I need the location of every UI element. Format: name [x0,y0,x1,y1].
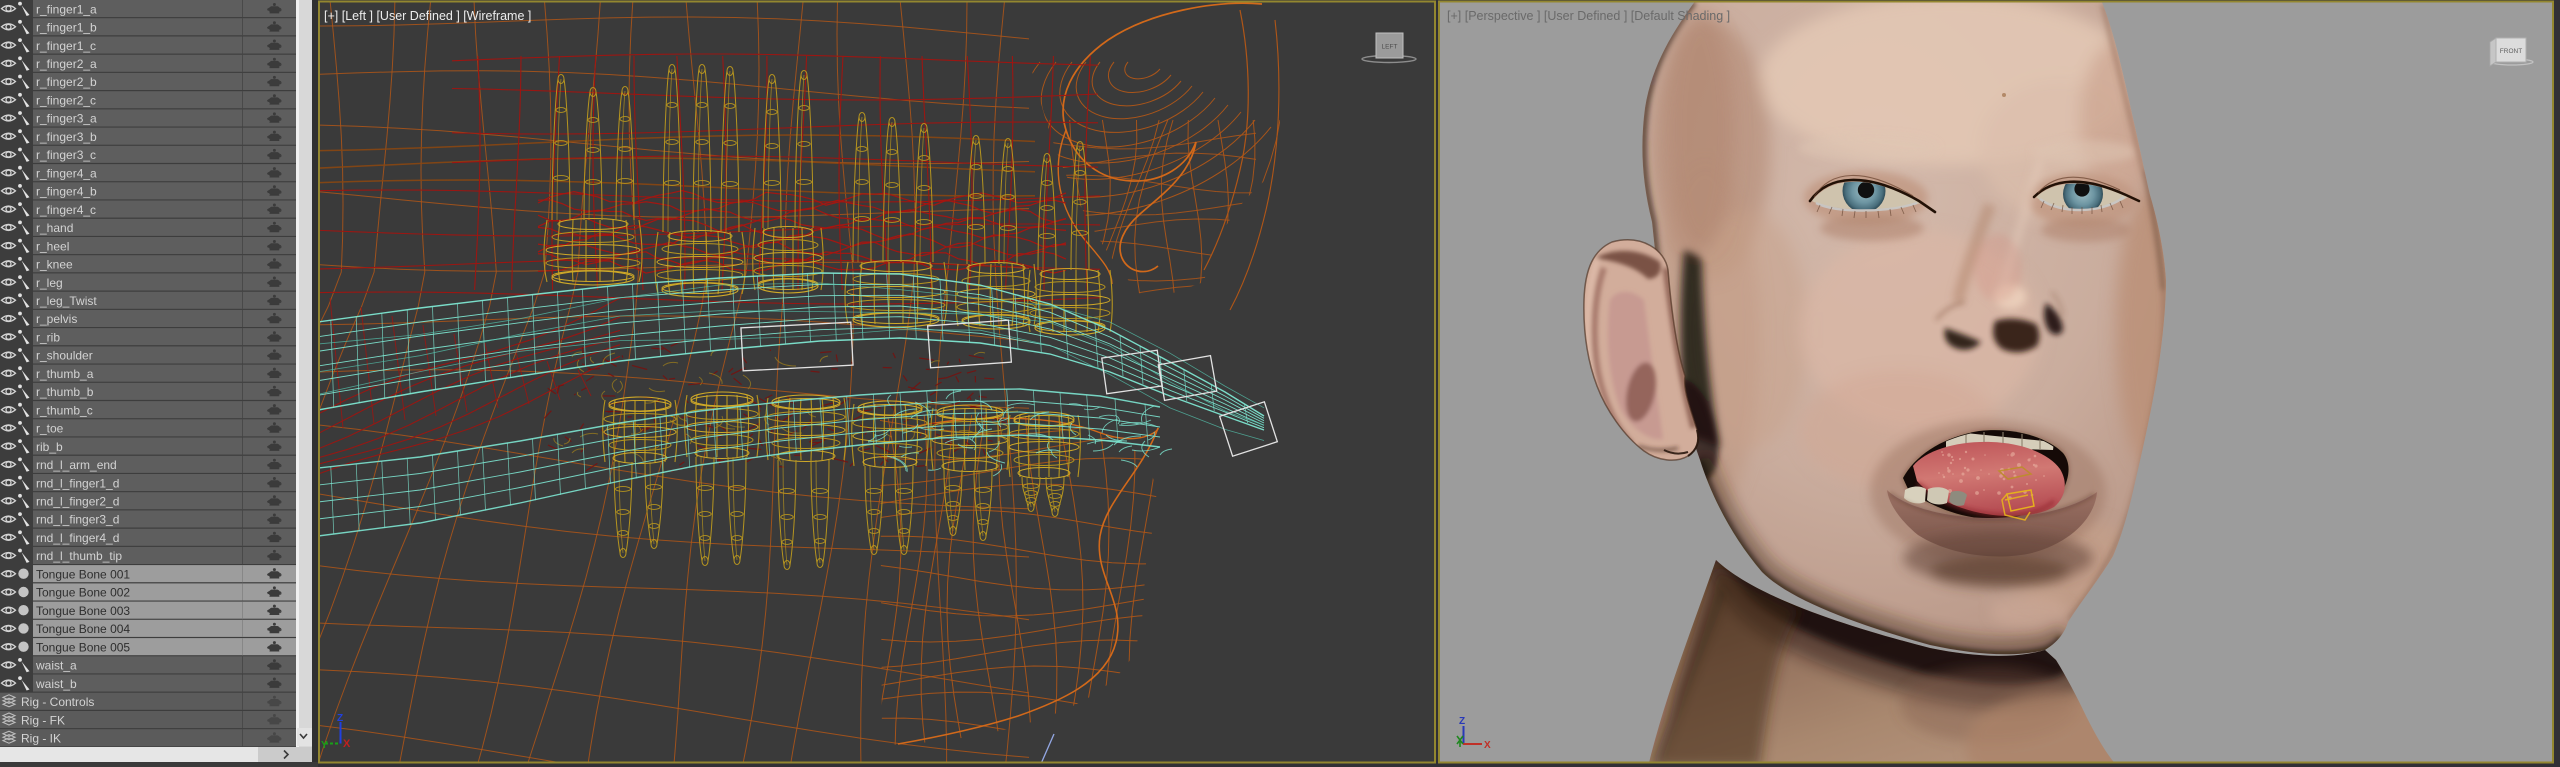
svg-text:FRONT: FRONT [2500,48,2522,55]
svg-text:r_finger1_a: r_finger1_a [36,2,97,16]
svg-text:rnd_l_finger2_d: rnd_l_finger2_d [36,495,119,509]
svg-text:Rig - FK: Rig - FK [21,713,65,727]
svg-text:r_thumb_a: r_thumb_a [36,367,94,381]
svg-text:X: X [343,738,351,750]
svg-text:r_thumb_c: r_thumb_c [36,403,93,417]
svg-text:r_finger2_c: r_finger2_c [36,94,96,108]
svg-text:r_finger1_b: r_finger1_b [36,21,97,35]
svg-text:r_leg: r_leg [36,276,63,290]
svg-text:rnd_l_thumb_tip: rnd_l_thumb_tip [36,549,122,563]
svg-text:r_hand: r_hand [36,221,73,235]
svg-text:r_finger3_c: r_finger3_c [36,148,96,162]
svg-text:rnd_l_arm_end: rnd_l_arm_end [36,458,117,472]
svg-text:r_toe: r_toe [36,422,64,436]
svg-text:[+] [Perspective ] [User Defin: [+] [Perspective ] [User Defined ] [Defa… [1447,9,1730,23]
svg-text:r_leg_Twist: r_leg_Twist [36,294,97,308]
svg-text:Y: Y [321,740,328,751]
svg-text:r_finger2_b: r_finger2_b [36,75,97,89]
svg-text:Tongue Bone 003: Tongue Bone 003 [36,604,130,618]
svg-text:r_heel: r_heel [36,239,69,253]
svg-text:r_finger2_a: r_finger2_a [36,57,97,71]
svg-text:r_finger4_c: r_finger4_c [36,203,96,217]
svg-text:Z: Z [1459,716,1465,727]
svg-text:Tongue Bone 002: Tongue Bone 002 [36,586,130,600]
svg-text:r_rib: r_rib [36,330,60,344]
svg-text:r_finger4_a: r_finger4_a [36,166,97,180]
svg-text:rnd_l_finger3_d: rnd_l_finger3_d [36,513,119,527]
svg-text:rnd_l_finger4_d: rnd_l_finger4_d [36,531,119,545]
svg-text:r_finger3_a: r_finger3_a [36,112,97,126]
svg-text:rib_b: rib_b [36,440,63,454]
svg-text:Rig - IK: Rig - IK [21,732,61,746]
svg-text:Tongue Bone 004: Tongue Bone 004 [36,622,130,636]
svg-text:Z: Z [337,713,343,724]
svg-text:r_knee: r_knee [36,258,73,272]
svg-text:Rig - Controls: Rig - Controls [21,695,94,709]
svg-text:waist_a: waist_a [35,659,77,673]
svg-text:LEFT: LEFT [1382,44,1398,51]
svg-text:waist_b: waist_b [35,677,77,691]
svg-text:rnd_l_finger1_d: rnd_l_finger1_d [36,476,119,490]
svg-text:r_pelvis: r_pelvis [36,312,77,326]
svg-text:r_finger1_c: r_finger1_c [36,39,96,53]
svg-text:Tongue Bone 001: Tongue Bone 001 [36,567,130,581]
svg-text:r_thumb_b: r_thumb_b [36,385,94,399]
svg-text:r_finger4_b: r_finger4_b [36,185,97,199]
svg-text:X: X [1484,740,1491,751]
svg-text:r_finger3_b: r_finger3_b [36,130,97,144]
svg-text:[+] [Left ] [User Defined ] [W: [+] [Left ] [User Defined ] [Wireframe ] [324,9,531,23]
svg-text:Tongue Bone 005: Tongue Bone 005 [36,640,130,654]
svg-text:r_shoulder: r_shoulder [36,349,93,363]
